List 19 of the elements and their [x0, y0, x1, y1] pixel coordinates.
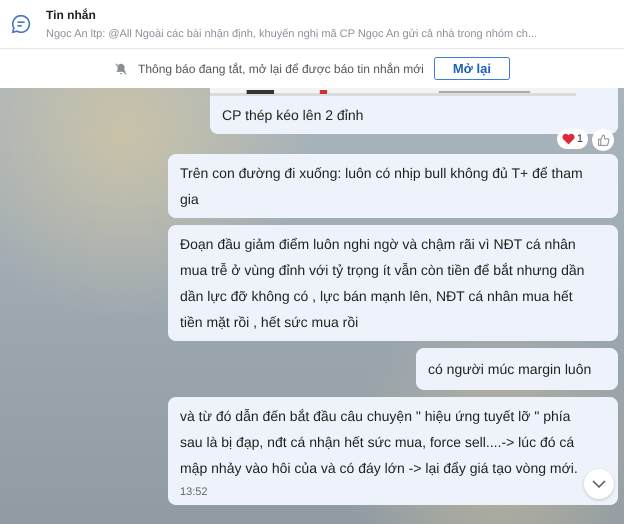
chevron-down-icon — [592, 480, 606, 488]
scroll-down-button[interactable] — [584, 469, 614, 499]
heart-reaction[interactable]: 1 — [556, 129, 588, 149]
message-text: CP thép kéo lên 2 đỉnh — [222, 107, 364, 123]
message-text: Đoạn đầu giảm điểm luôn nghi ngờ và chậm rãi vì NĐT cá nhân mua trễ ở vùng đỉnh với tỷ trọng ít vẫn còn tiền để bắt nhưng dần dần lực đỡ không có , lực bán mạnh lên, NĐT cá nhân mua hết tiền mặt rồi , hết sức mua rồi — [180, 236, 584, 330]
header-title: Tin nhắn — [46, 8, 97, 22]
reaction-count: 1 — [576, 133, 583, 145]
message-text: Trên con đường đi xuống: luôn có nhịp bull không đủ T+ để tham gia — [180, 165, 583, 207]
reopen-button[interactable]: Mở lại — [434, 57, 510, 80]
message-text: và từ đó dẫn đến bắt đầu câu chuyện " hiệu ứng tuyết lỡ " phía sau là bị đạp, nđt cá nhận hết sức mua, force sell....-> lúc đó cá mập nhảy vào hôi của và có đáy lớn -> lại đẩy giá tạo vòng mới. — [180, 408, 578, 476]
heart-icon — [562, 133, 575, 145]
message-text: có người múc margin luôn — [428, 361, 592, 377]
notice-text: Thông báo đang tắt, mở lại để được báo tin nhắn mới — [138, 62, 424, 76]
thumbs-up-icon — [596, 134, 610, 146]
message-preview: Ngọc An ltp: @All Ngoài các bài nhận định, khuyến nghị mã CP Ngọc An gửi cả nhà trong nhóm ch... — [46, 28, 538, 40]
chat-bubble-icon — [10, 13, 32, 35]
bell-muted-icon — [114, 62, 128, 76]
like-button[interactable] — [592, 129, 614, 151]
message-time: 13:52 — [180, 485, 208, 499]
